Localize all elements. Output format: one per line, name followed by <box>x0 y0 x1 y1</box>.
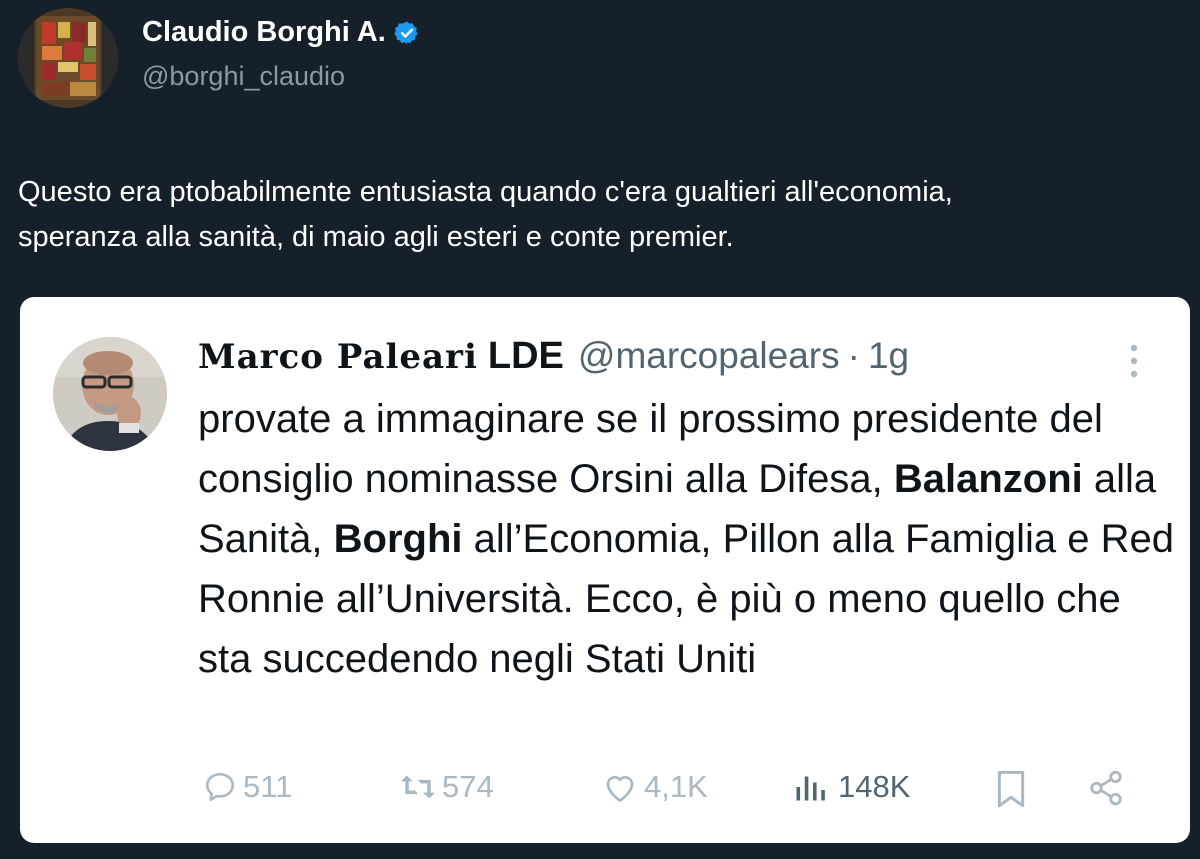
quoted-text-bold: Borghi <box>333 517 463 561</box>
views-count: 148K <box>838 769 911 804</box>
retweet-count: 574 <box>442 769 494 804</box>
author-display-name[interactable]: Claudio Borghi A. <box>142 16 420 49</box>
tweet-header: Claudio Borghi A. @borghi_claudio <box>18 8 420 108</box>
author-name-text: Claudio Borghi A. <box>142 16 386 48</box>
bookmark-button[interactable] <box>994 769 1028 809</box>
reply-icon <box>203 770 237 804</box>
more-vertical-icon[interactable] <box>1126 341 1142 381</box>
quoted-author-name-suffix[interactable]: LDE <box>488 335 564 378</box>
like-button[interactable]: 4,1K <box>602 769 708 805</box>
views-button[interactable]: 148K <box>792 769 910 805</box>
verified-badge-icon <box>394 20 420 46</box>
quoted-text-bold: Balanzoni <box>893 457 1083 501</box>
reply-count: 511 <box>243 769 293 804</box>
tweet-text-line: speranza alla sanità, di maio agli ester… <box>18 221 734 253</box>
share-button[interactable] <box>1086 769 1126 807</box>
dot-separator: · <box>847 335 860 376</box>
author-names: Claudio Borghi A. @borghi_claudio <box>142 16 420 92</box>
quoted-header: Marco Paleari LDE @marcopalears · 1g <box>198 335 909 378</box>
retweet-button[interactable]: 574 <box>398 769 494 805</box>
reply-button[interactable]: 511 <box>203 769 292 805</box>
tweet-text-line: Questo era ptobabilmente entusiasta quan… <box>18 176 953 208</box>
bookmark-icon <box>994 769 1028 809</box>
views-bar-icon <box>792 770 828 804</box>
quoted-text: provate a immaginare se il prossimo pres… <box>198 389 1178 689</box>
heart-icon <box>602 770 638 804</box>
quoted-author-handle[interactable]: @marcopalears <box>578 335 840 377</box>
tweet-text: Questo era ptobabilmente entusiasta quan… <box>18 170 1178 260</box>
author-avatar[interactable] <box>18 8 118 108</box>
author-handle[interactable]: @borghi_claudio <box>142 61 420 92</box>
quoted-author-name[interactable]: Marco Paleari <box>198 337 478 377</box>
quoted-timestamp[interactable]: 1g <box>868 335 909 377</box>
like-count: 4,1K <box>644 769 708 804</box>
action-bar: 511 574 4,1K 148K <box>20 769 1190 819</box>
quoted-tweet-card[interactable]: Marco Paleari LDE @marcopalears · 1g pro… <box>20 297 1190 843</box>
share-icon <box>1086 769 1126 807</box>
quoted-author-avatar[interactable] <box>53 337 167 451</box>
retweet-icon <box>398 770 438 804</box>
